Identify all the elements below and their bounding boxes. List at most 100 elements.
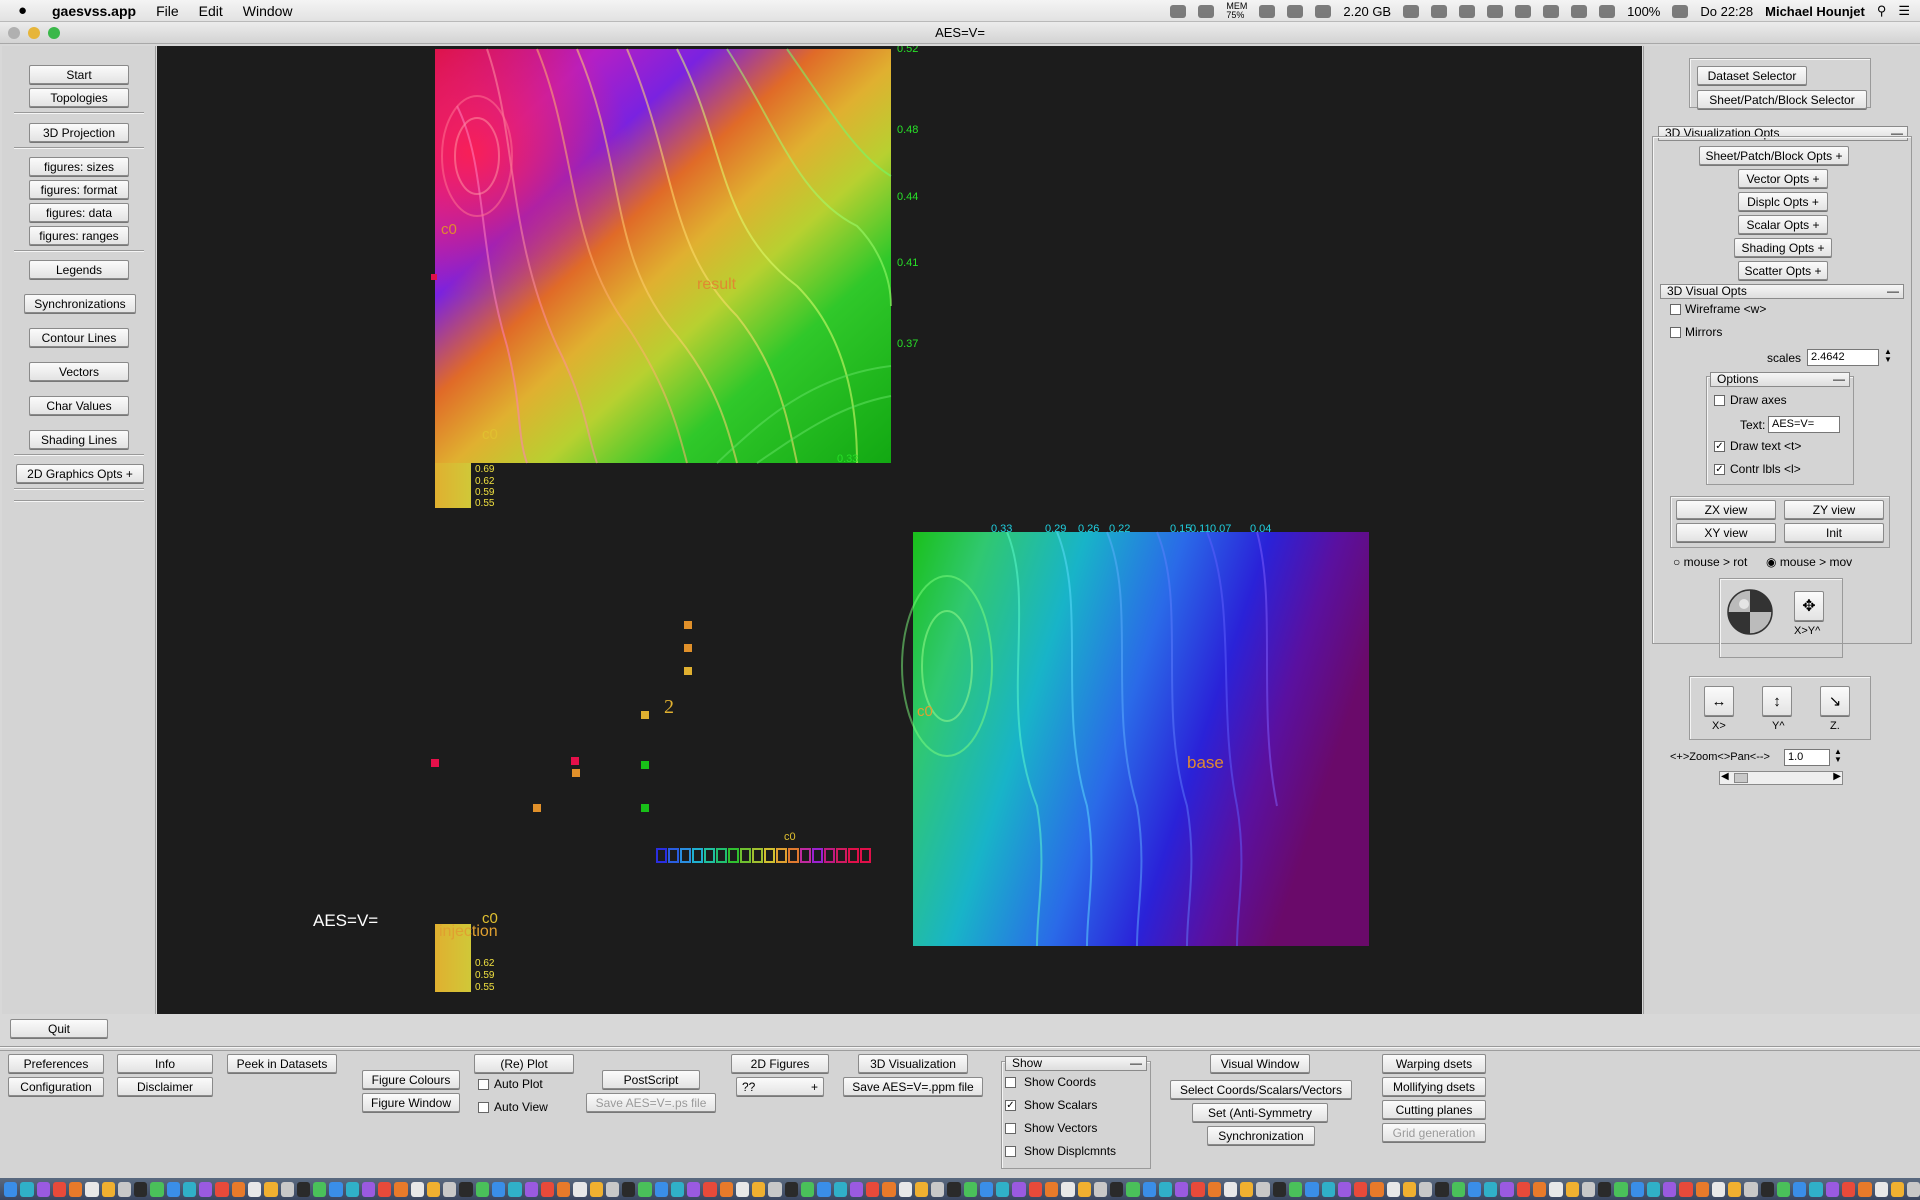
2d-graphics-opts-button[interactable]: 2D Graphics Opts + <box>16 464 144 483</box>
dock-app-icon[interactable] <box>182 1181 197 1197</box>
dock-app-icon[interactable] <box>1419 1181 1433 1197</box>
dock-app-icon[interactable] <box>1175 1181 1189 1197</box>
dock-app-icon[interactable] <box>719 1181 733 1197</box>
dock-app-icon[interactable] <box>199 1181 213 1197</box>
dock-app-icon[interactable] <box>166 1181 180 1197</box>
dock-app-icon[interactable] <box>1776 1181 1791 1197</box>
dock-app-icon[interactable] <box>898 1181 912 1197</box>
dock-app-icon[interactable] <box>1711 1181 1726 1197</box>
dock-app-icon[interactable] <box>1614 1181 1628 1197</box>
dock-app-icon[interactable] <box>361 1181 376 1197</box>
tray-icon[interactable] <box>1198 4 1215 18</box>
2d-figures-button[interactable]: 2D Figures <box>731 1054 829 1073</box>
zoom-scrollbar[interactable]: ◀ ▶ <box>1719 771 1843 785</box>
dock-app-icon[interactable] <box>491 1181 506 1197</box>
dock-app-icon[interactable] <box>475 1181 489 1197</box>
dock-app-icon[interactable] <box>573 1181 587 1197</box>
contour-panel-base[interactable]: 0.33 0.29 0.26 0.22 0.15 0.11 0.07 0.04 … <box>901 523 1369 947</box>
save-ppm-button[interactable]: Save AES=V=.ppm file <box>843 1077 983 1096</box>
dock-app-icon[interactable] <box>264 1181 278 1197</box>
x-axis-icon[interactable]: ↔ <box>1704 686 1734 716</box>
contour-panel-result[interactable]: c0 result c0 0.52 0.48 0.44 0.41 0.37 0.… <box>431 46 918 465</box>
scroll-right-icon[interactable]: ▶ <box>1833 771 1841 782</box>
dock-app-icon[interactable] <box>687 1181 701 1197</box>
scroll-thumb[interactable] <box>1734 773 1748 783</box>
dock-app-icon[interactable] <box>963 1181 977 1197</box>
shading-lines-button[interactable]: Shading Lines <box>29 430 129 449</box>
collapse-icon[interactable]: — <box>1833 373 1845 386</box>
pan-xy-icon[interactable]: ✥ <box>1794 591 1824 621</box>
dock-app-icon[interactable] <box>1646 1181 1661 1197</box>
mem-readout[interactable]: MEM 75% <box>1226 2 1247 20</box>
scatter-opts-button[interactable]: Scatter Opts + <box>1738 261 1828 280</box>
dock-app-icon[interactable] <box>670 1181 685 1197</box>
collapse-icon[interactable]: — <box>1130 1057 1142 1070</box>
dock-app-icon[interactable] <box>1045 1181 1059 1197</box>
dock-app-icon[interactable] <box>247 1181 262 1197</box>
battery-percent[interactable]: 100% <box>1627 4 1660 19</box>
dock-app-icon[interactable] <box>1451 1181 1465 1197</box>
dock-app-icon[interactable] <box>280 1181 294 1197</box>
battery-icon[interactable] <box>1672 4 1689 18</box>
contour-panel-injection[interactable]: injection c0 0.62 0.59 0.55 <box>435 910 498 993</box>
legends-button[interactable]: Legends <box>29 260 129 279</box>
dock-app-icon[interactable] <box>1110 1181 1124 1197</box>
visual3d-opts-header[interactable]: 3D Visual Opts — <box>1660 284 1904 299</box>
dock-app-icon[interactable] <box>996 1181 1010 1197</box>
dock-app-icon[interactable] <box>1337 1181 1352 1197</box>
contour-lines-button[interactable]: Contour Lines <box>29 328 129 347</box>
dock-app-icon[interactable] <box>866 1181 880 1197</box>
preferences-button[interactable]: Preferences <box>8 1054 104 1073</box>
tray-icon[interactable] <box>1459 4 1476 18</box>
spb-opts-button[interactable]: Sheet/Patch/Block Opts + <box>1699 146 1849 165</box>
zoom-input[interactable]: 1.0 <box>1784 749 1830 766</box>
y-axis-icon[interactable]: ↕ <box>1762 686 1792 716</box>
replot-button[interactable]: (Re) Plot <box>474 1054 574 1073</box>
dock-app-icon[interactable] <box>69 1181 83 1197</box>
figure-window-button[interactable]: Figure Window <box>362 1093 460 1112</box>
dock-app-icon[interactable] <box>459 1181 473 1197</box>
dock-app-icon[interactable] <box>1158 1181 1173 1197</box>
dock-app-icon[interactable] <box>1256 1181 1270 1197</box>
menu-window[interactable]: Window <box>243 3 293 19</box>
dock-app-icon[interactable] <box>752 1181 766 1197</box>
figure-colours-button[interactable]: Figure Colours <box>362 1070 460 1089</box>
init-button[interactable]: Init <box>1784 523 1884 542</box>
dock-app-icon[interactable] <box>1728 1181 1742 1197</box>
tray-icon[interactable] <box>1170 4 1187 18</box>
dock-app-icon[interactable] <box>1126 1181 1140 1197</box>
spotlight-icon[interactable]: ⚲ <box>1877 3 1887 19</box>
disclaimer-button[interactable]: Disclaimer <box>117 1077 213 1096</box>
spb-selector-button[interactable]: Sheet/Patch/Block Selector <box>1697 90 1867 109</box>
dock-app-icon[interactable] <box>1581 1181 1596 1197</box>
dock-app-icon[interactable] <box>703 1181 717 1197</box>
dock-app-icon[interactable] <box>1744 1181 1758 1197</box>
dock-app-icon[interactable] <box>1272 1181 1286 1197</box>
menu-app[interactable]: gaesvss.app <box>52 3 136 19</box>
dock-app-icon[interactable] <box>394 1181 408 1197</box>
dock-app-icon[interactable] <box>134 1181 148 1197</box>
dock-app-icon[interactable] <box>1695 1181 1709 1197</box>
scalar-opts-button[interactable]: Scalar Opts + <box>1738 215 1828 234</box>
vector-opts-button[interactable]: Vector Opts + <box>1738 169 1828 188</box>
contr-lbls-checkbox[interactable]: ✓ <box>1714 464 1725 475</box>
dock-app-icon[interactable] <box>882 1181 896 1197</box>
wireframe-checkbox[interactable] <box>1670 304 1681 315</box>
show-header[interactable]: Show — <box>1005 1056 1147 1071</box>
dock-app-icon[interactable] <box>296 1181 311 1197</box>
xy-view-button[interactable]: XY view <box>1676 523 1776 542</box>
volume-icon[interactable] <box>1571 4 1588 18</box>
scales-input[interactable]: 2.4642 <box>1807 349 1879 366</box>
menu-edit[interactable]: Edit <box>199 3 223 19</box>
dock-app-icon[interactable] <box>784 1181 799 1197</box>
topologies-button[interactable]: Topologies <box>29 88 129 107</box>
rotation-ball-icon[interactable] <box>1726 588 1774 636</box>
options-header[interactable]: Options — <box>1710 372 1850 387</box>
quit-button[interactable]: Quit <box>10 1019 108 1038</box>
dock-app-icon[interactable] <box>1858 1181 1872 1197</box>
postscript-button[interactable]: PostScript <box>602 1070 700 1089</box>
dock-app-icon[interactable] <box>1842 1181 1856 1197</box>
dock-app-icon[interactable] <box>979 1181 994 1197</box>
notification-center-icon[interactable]: ☰ <box>1898 3 1910 19</box>
warping-dsets-button[interactable]: Warping dsets <box>1382 1054 1486 1073</box>
